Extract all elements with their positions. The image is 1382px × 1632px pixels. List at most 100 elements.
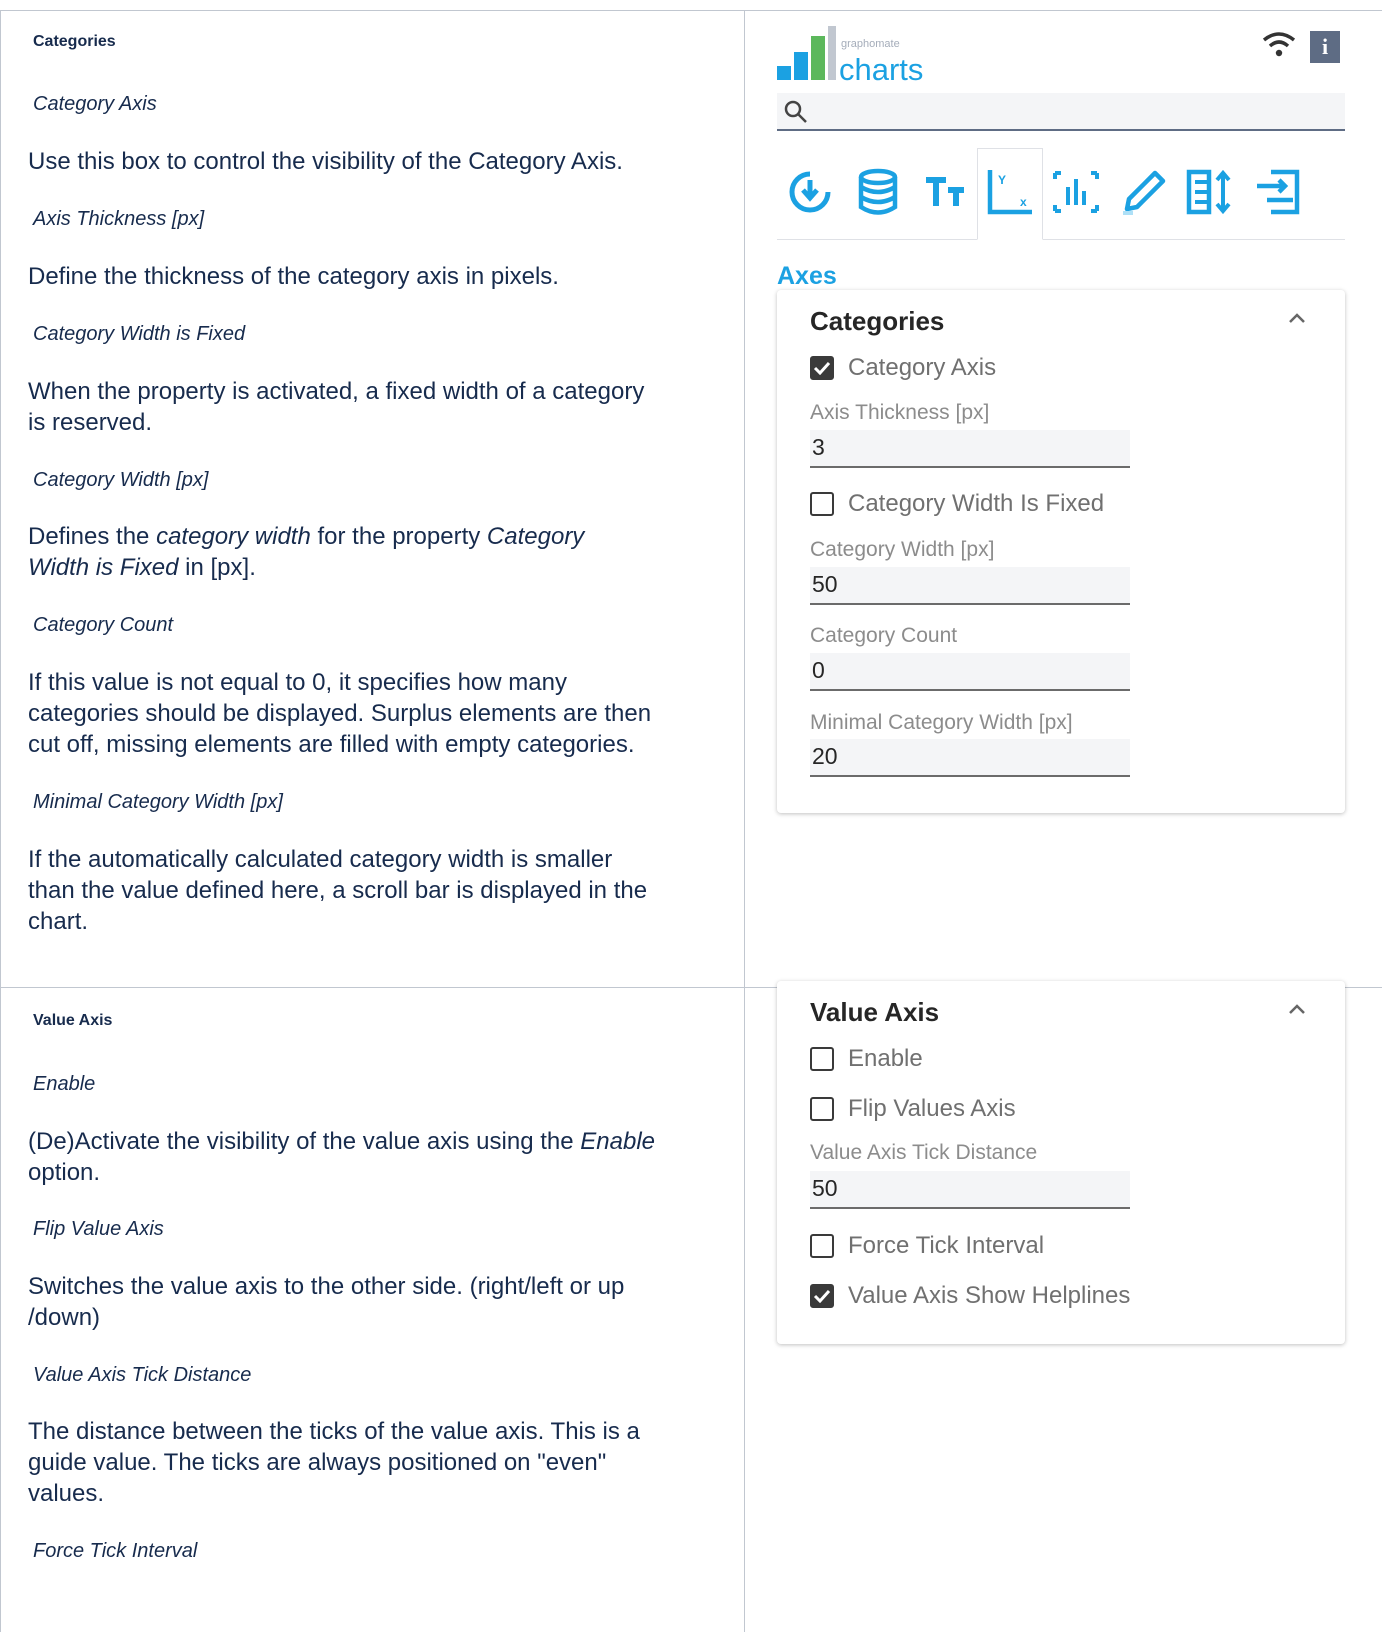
- logo-bar: [777, 66, 791, 80]
- tab-text[interactable]: [913, 148, 979, 240]
- card-title: Value Axis: [810, 997, 940, 1027]
- chevron-up-icon[interactable]: [1285, 308, 1309, 333]
- prop-desc: Use this box to control the visibility o…: [28, 148, 623, 175]
- prop-desc: Defines the category width for the prope…: [28, 521, 728, 583]
- checkbox-checked[interactable]: [810, 356, 834, 380]
- layout-icon: [1185, 168, 1235, 221]
- checkbox-label: Flip Values Axis: [848, 1095, 1016, 1122]
- prop-desc: (De)Activate the visibility of the value…: [28, 1126, 728, 1188]
- prop-desc: Switches the value axis to the other sid…: [28, 1271, 728, 1333]
- field-label: Minimal Category Width [px]: [810, 711, 1073, 734]
- pencil-icon: [1121, 169, 1167, 220]
- text-line: is reserved.: [28, 409, 153, 436]
- text-line: Switches the value axis to the other sid…: [28, 1273, 625, 1300]
- value-axis-card: Value Axis Enable Flip Values Axis Value…: [777, 981, 1345, 1344]
- data-binding-icon: [786, 168, 834, 221]
- field-label: Axis Thickness [px]: [810, 401, 990, 424]
- checkbox-label: Enable: [848, 1045, 923, 1072]
- doc-table: [0, 10, 1382, 1632]
- text-line: When the property is activated, a fixed …: [28, 378, 645, 405]
- text-line: option.: [28, 1159, 101, 1186]
- prop-desc: If the automatically calculated category…: [28, 844, 728, 937]
- text-line: chart.: [28, 908, 89, 935]
- wifi-icon: [1262, 30, 1296, 63]
- section-title: Value Axis: [33, 1012, 113, 1029]
- category-width-input[interactable]: 50: [810, 567, 1130, 605]
- tick-distance-input[interactable]: 50: [810, 1171, 1130, 1209]
- checkbox-unchecked[interactable]: [810, 1234, 834, 1258]
- text-run-italic: Category: [486, 523, 585, 550]
- category-axis-checkbox[interactable]: Category Axis: [810, 354, 996, 382]
- flip-values-axis-checkbox[interactable]: Flip Values Axis: [810, 1095, 1016, 1123]
- text-line: The distance between the ticks of the va…: [28, 1418, 640, 1445]
- prop-desc: The distance between the ticks of the va…: [28, 1416, 728, 1509]
- chart-elements-icon: [1051, 169, 1101, 220]
- checkbox-label: Category Width Is Fixed: [848, 490, 1105, 517]
- top-icons: i: [1262, 30, 1340, 63]
- text-line: Defines the category width for the prope…: [28, 521, 728, 552]
- enable-checkbox[interactable]: Enable: [810, 1045, 923, 1073]
- prop-title: Minimal Category Width [px]: [33, 791, 283, 813]
- logo-small-text: graphomate: [841, 38, 900, 50]
- section-title: Categories: [33, 33, 116, 50]
- text-run: (De)Activate the visibility of the value…: [28, 1128, 581, 1155]
- text-run-italic: Width is Fixed: [28, 554, 179, 581]
- tab-import-export[interactable]: [1245, 148, 1311, 240]
- logo-bar: [794, 52, 808, 80]
- prop-title: Axis Thickness [px]: [33, 208, 205, 230]
- tab-layout[interactable]: [1177, 148, 1243, 240]
- checkbox-unchecked[interactable]: [810, 1097, 834, 1121]
- text-line: guide value. The ticks are always positi…: [28, 1449, 607, 1476]
- prop-title: Value Axis Tick Distance: [33, 1364, 252, 1386]
- search-bar[interactable]: [777, 93, 1345, 131]
- prop-title: Flip Value Axis: [33, 1218, 164, 1240]
- category-count-input[interactable]: 0: [810, 653, 1130, 691]
- text-run: for the property: [310, 523, 487, 550]
- logo-bar: [828, 26, 836, 80]
- text-run-italic: Enable: [580, 1128, 655, 1155]
- checkbox-label: Category Axis: [848, 354, 997, 381]
- checkbox-unchecked[interactable]: [810, 1047, 834, 1071]
- tab-axes[interactable]: Y x: [977, 148, 1043, 240]
- text-run: Defines the: [28, 523, 157, 550]
- text-line: /down): [28, 1304, 101, 1331]
- text-run: in [px].: [178, 554, 256, 581]
- min-category-width-input[interactable]: 20: [810, 739, 1130, 777]
- field-label: Category Count: [810, 624, 958, 647]
- axes-icon: Y x: [984, 166, 1036, 223]
- field-label: Value Axis Tick Distance: [810, 1141, 1038, 1164]
- text-icon: [924, 172, 968, 217]
- prop-title: Category Width [px]: [33, 469, 209, 491]
- axis-thickness-input[interactable]: 3: [810, 430, 1130, 468]
- svg-text:x: x: [1020, 195, 1027, 209]
- checkbox-label: Force Tick Interval: [848, 1232, 1045, 1259]
- force-tick-interval-checkbox[interactable]: Force Tick Interval: [810, 1232, 1044, 1260]
- prop-desc: When the property is activated, a fixed …: [28, 376, 728, 438]
- tab-style[interactable]: [1111, 148, 1177, 240]
- checkbox-label: Value Axis Show Helplines: [848, 1282, 1131, 1309]
- text-line: categories should be displayed. Surplus …: [28, 700, 652, 727]
- search-input[interactable]: [817, 97, 1337, 127]
- show-helplines-checkbox[interactable]: Value Axis Show Helplines: [810, 1282, 1130, 1310]
- text-line: Width is Fixed in [px].: [28, 552, 728, 583]
- categories-card: Categories Category Axis Axis Thickness …: [777, 290, 1345, 813]
- prop-title: Category Axis: [33, 93, 157, 115]
- field-label: Category Width [px]: [810, 538, 995, 561]
- tab-chart-elements[interactable]: [1043, 148, 1109, 240]
- category-width-fixed-checkbox[interactable]: Category Width Is Fixed: [810, 490, 1104, 518]
- info-icon: i: [1321, 33, 1329, 59]
- info-button[interactable]: i: [1310, 30, 1340, 63]
- tab-data-binding[interactable]: [777, 148, 843, 240]
- chevron-up-icon[interactable]: [1285, 999, 1309, 1024]
- prop-desc: Define the thickness of the category axi…: [28, 263, 559, 290]
- card-title: Categories: [810, 306, 945, 336]
- checkbox-unchecked[interactable]: [810, 492, 834, 516]
- import-export-icon: [1253, 168, 1303, 221]
- logo-bar: [811, 36, 825, 80]
- prop-title: Category Count: [33, 614, 174, 636]
- database-icon: [856, 168, 900, 221]
- text-line: values.: [28, 1480, 105, 1507]
- checkbox-checked[interactable]: [810, 1284, 834, 1308]
- prop-title: Enable: [33, 1073, 96, 1095]
- tab-database[interactable]: [845, 148, 911, 240]
